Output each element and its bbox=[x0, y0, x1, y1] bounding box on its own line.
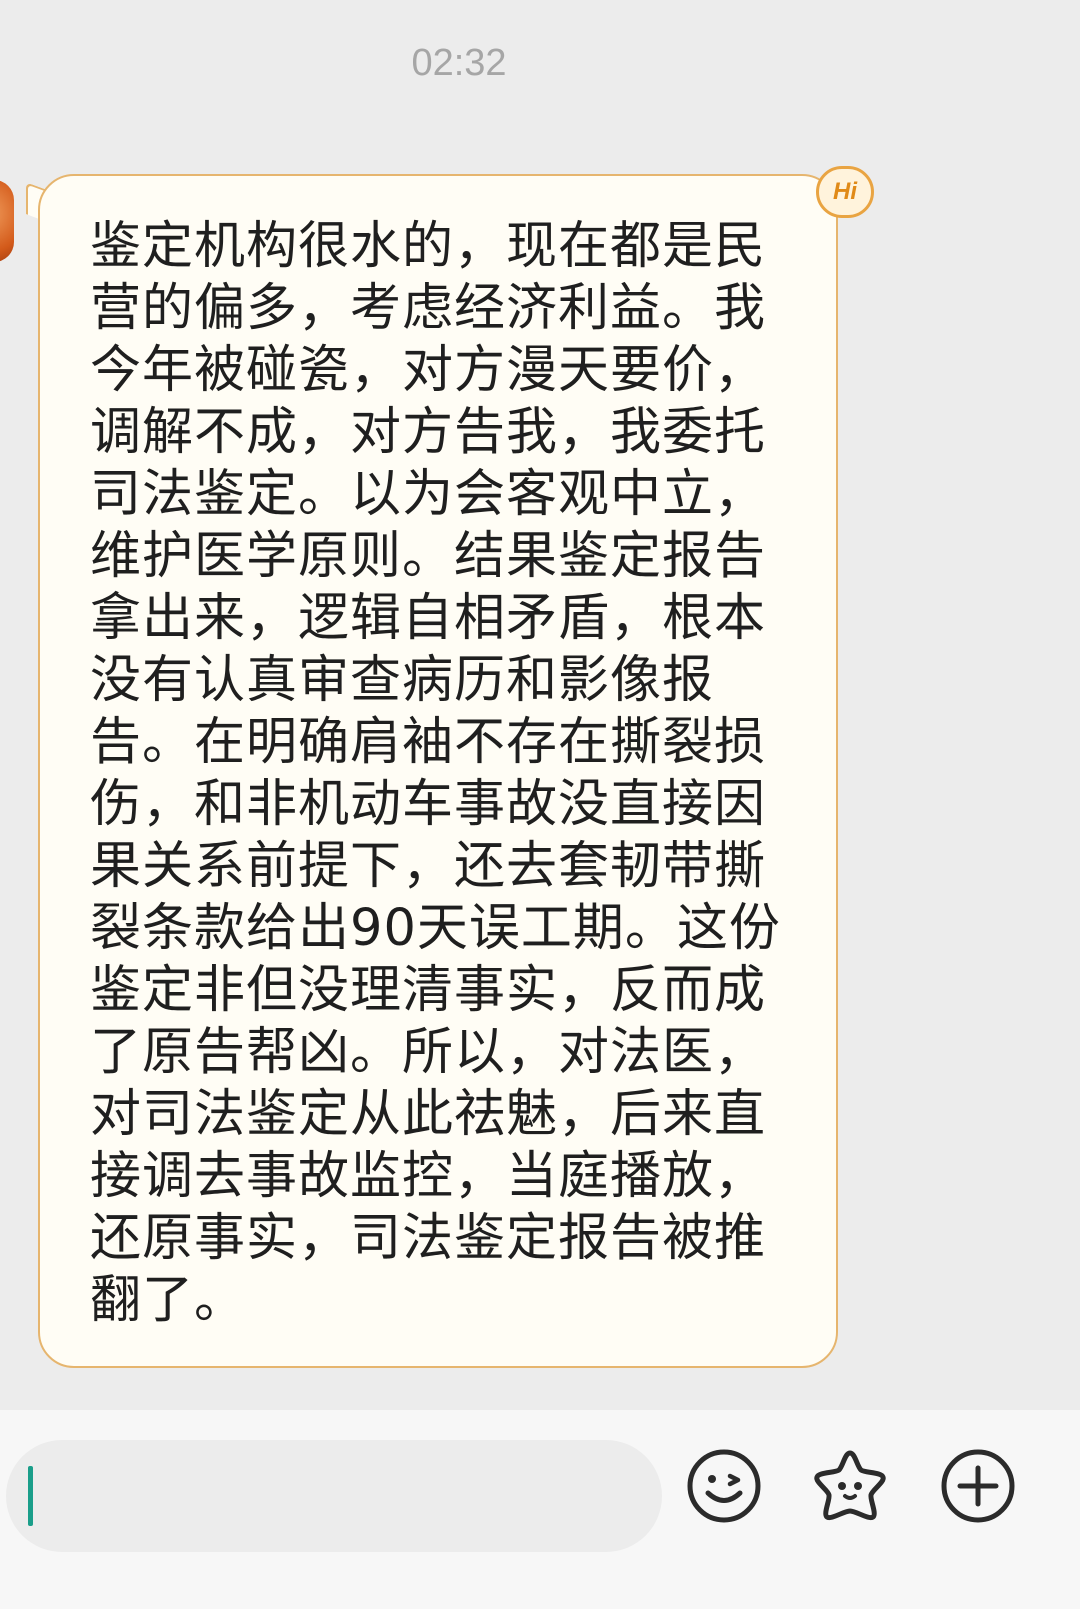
star-face-icon[interactable] bbox=[810, 1446, 890, 1526]
timestamp: 02:32 bbox=[411, 42, 507, 84]
smiley-icon[interactable] bbox=[684, 1446, 764, 1526]
message-input[interactable] bbox=[6, 1440, 662, 1552]
plus-circle-icon[interactable] bbox=[938, 1446, 1018, 1526]
message-text: 鉴定机构很水的，现在都是民营的偏多，考虑经济利益。我今年被碰瓷，对方漫天要价，调… bbox=[90, 217, 781, 1330]
hi-badge-icon: Hi bbox=[816, 166, 874, 218]
message-bubble[interactable]: 鉴定机构很水的，现在都是民营的偏多，考虑经济利益。我今年被碰瓷，对方漫天要价，调… bbox=[38, 174, 838, 1368]
text-cursor bbox=[28, 1466, 33, 1526]
message-bubble-wrapper: 鉴定机构很水的，现在都是民营的偏多，考虑经济利益。我今年被碰瓷，对方漫天要价，调… bbox=[26, 166, 874, 1368]
sender-avatar[interactable] bbox=[0, 180, 14, 262]
composer-bar bbox=[0, 1410, 1080, 1609]
